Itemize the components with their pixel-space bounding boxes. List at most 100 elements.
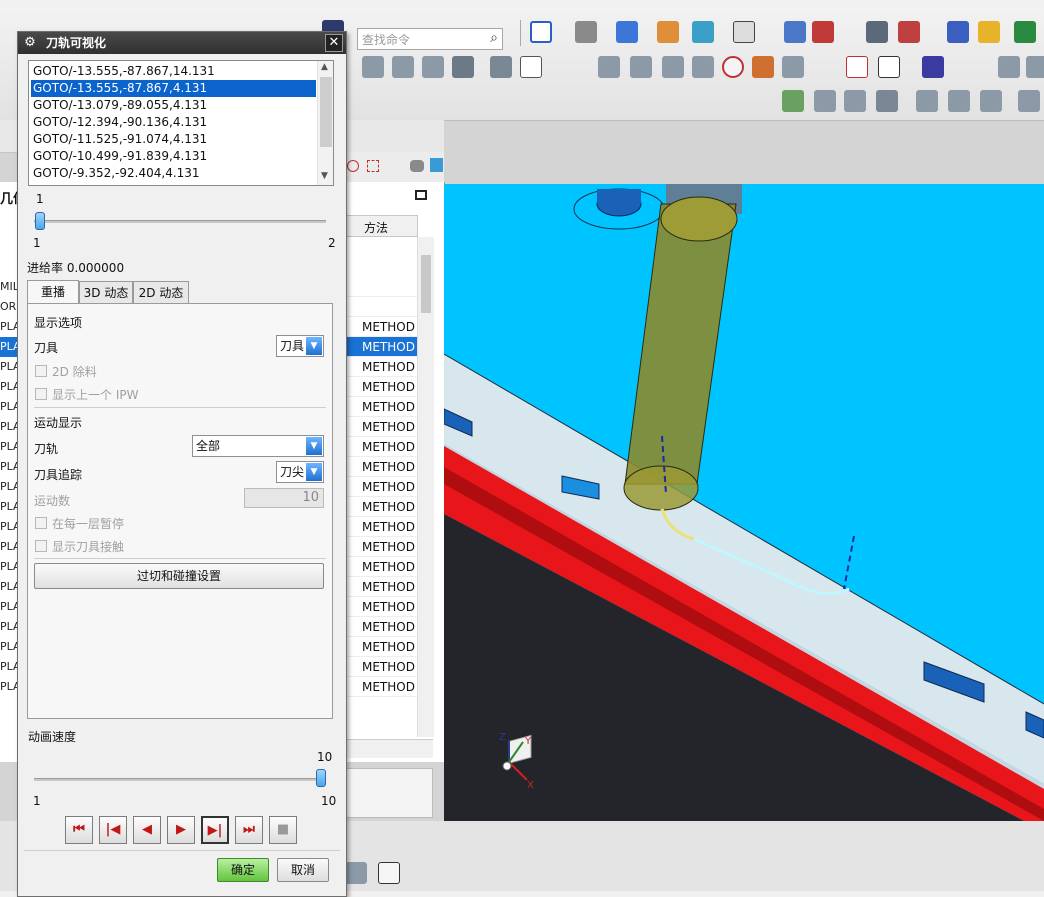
- navigator-row-method[interactable]: METHOD: [345, 457, 417, 477]
- navigator-row-method[interactable]: METHOD: [345, 557, 417, 577]
- dialog-titlebar[interactable]: ⚙ 刀轨可视化 ✕: [18, 32, 346, 54]
- navigator-row-name[interactable]: PLA: [0, 437, 18, 457]
- rewind-to-start-button[interactable]: ⏮: [65, 816, 93, 844]
- curve-icon[interactable]: [752, 56, 774, 78]
- navigator-row-name[interactable]: PLA: [0, 417, 18, 437]
- wcs-icon[interactable]: [898, 21, 920, 43]
- goto-item[interactable]: GOTO/-13.079,-89.055,4.131: [31, 97, 316, 114]
- navigator-row-name[interactable]: PLA: [0, 617, 18, 637]
- cam-tool-icon[interactable]: [392, 56, 414, 78]
- navigator-row-name[interactable]: PLA: [0, 397, 18, 417]
- navigator-row-method[interactable]: METHOD: [345, 477, 417, 497]
- box-select-icon[interactable]: [367, 160, 379, 172]
- cube-icon[interactable]: [430, 158, 443, 172]
- show-tool-contact-checkbox[interactable]: [35, 540, 47, 552]
- navigator-row-method[interactable]: METHOD: [345, 617, 417, 637]
- navigator-row-method[interactable]: METHOD: [345, 517, 417, 537]
- play-reverse-button[interactable]: ◀: [133, 816, 161, 844]
- step-forward-button[interactable]: ▶|: [201, 816, 229, 844]
- cam-more-icon-1[interactable]: [998, 56, 1020, 78]
- navigator-hscroll[interactable]: [345, 739, 433, 758]
- navigator-row-method[interactable]: METHOD: [345, 377, 417, 397]
- navigator-row-method[interactable]: METHOD: [345, 677, 417, 697]
- navigator-row-method[interactable]: METHOD: [345, 577, 417, 597]
- anim-speed-thumb[interactable]: [316, 769, 326, 787]
- remove-2d-checkbox[interactable]: [35, 365, 47, 377]
- navigator-row-method[interactable]: METHOD: [345, 637, 417, 657]
- navigator-row-name[interactable]: PLA: [0, 377, 18, 397]
- goto-item[interactable]: GOTO/-13.555,-87.867,4.131: [31, 80, 316, 97]
- goto-list-scrollbar[interactable]: ▲ ▼: [317, 61, 333, 185]
- play-button[interactable]: ▶: [167, 816, 195, 844]
- workpiece-icon[interactable]: [814, 90, 836, 112]
- navigator-row-method[interactable]: [345, 297, 417, 317]
- chevron-down-icon[interactable]: ▼: [306, 337, 322, 355]
- ipw-icon[interactable]: [844, 90, 866, 112]
- flag-icon[interactable]: [916, 90, 938, 112]
- navigator-row-method[interactable]: METHOD: [345, 417, 417, 437]
- tab-replay[interactable]: 重播: [27, 280, 79, 304]
- navigator-row-name[interactable]: PLA: [0, 537, 18, 557]
- tool-trace-select[interactable]: 刀尖 ▼: [276, 461, 324, 483]
- navigator-row-name[interactable]: PLA: [0, 657, 18, 677]
- column-header-method[interactable]: 方法: [345, 215, 418, 237]
- pause-each-layer-checkbox[interactable]: [35, 517, 47, 529]
- snap-point-icon[interactable]: [347, 160, 359, 172]
- generate-path-icon[interactable]: [598, 56, 620, 78]
- scroll-thumb[interactable]: [421, 255, 431, 313]
- position-slider-track[interactable]: [34, 220, 326, 223]
- section-icon[interactable]: [692, 21, 714, 43]
- navigator-scrollbar[interactable]: [417, 237, 434, 737]
- navigator-row-name[interactable]: PLA: [0, 317, 18, 337]
- navigator-row-name[interactable]: PLA: [0, 597, 18, 617]
- chevron-down-icon[interactable]: ▼: [306, 463, 322, 481]
- ok-button[interactable]: 确定: [217, 858, 269, 882]
- edit-object-icon[interactable]: [947, 21, 969, 43]
- fast-forward-to-end-button[interactable]: ⏭: [235, 816, 263, 844]
- navigator-row-name[interactable]: PLA: [0, 497, 18, 517]
- search-icon[interactable]: ⌕: [490, 30, 498, 46]
- navigator-row-name[interactable]: PLA: [0, 337, 18, 357]
- navigator-row-method[interactable]: METHOD: [345, 337, 417, 357]
- goto-item[interactable]: GOTO/-10.499,-91.839,4.131: [31, 148, 316, 165]
- point-icon[interactable]: [722, 56, 744, 78]
- close-icon[interactable]: ✕: [325, 34, 343, 52]
- navigator-row-method[interactable]: METHOD: [345, 597, 417, 617]
- navigator-row-name[interactable]: PLA: [0, 517, 18, 537]
- replay-path-icon[interactable]: [630, 56, 652, 78]
- navigator-row-name[interactable]: PLA: [0, 477, 18, 497]
- show-prev-ipw-checkbox[interactable]: [35, 388, 47, 400]
- cam-geometry-icon[interactable]: [362, 56, 384, 78]
- scroll-up-icon[interactable]: ▲: [321, 62, 328, 72]
- shop-doc-icon[interactable]: [520, 56, 542, 78]
- navigator-row-method[interactable]: METHOD: [345, 317, 417, 337]
- edge-icon[interactable]: [657, 21, 679, 43]
- navigator-row-method[interactable]: [345, 277, 417, 297]
- shaded-cube-icon[interactable]: [616, 21, 638, 43]
- navigator-row-name[interactable]: PLA: [0, 637, 18, 657]
- nc-output-icon[interactable]: [922, 56, 944, 78]
- anim-speed-track[interactable]: [34, 778, 326, 781]
- navigator-row-method[interactable]: METHOD: [345, 357, 417, 377]
- stop-button[interactable]: ■: [269, 816, 297, 844]
- navigator-row-name[interactable]: ORK: [0, 297, 18, 317]
- step-back-button[interactable]: |◀: [99, 816, 127, 844]
- chevron-down-icon[interactable]: ▼: [306, 437, 322, 455]
- background-icon[interactable]: [733, 21, 755, 43]
- run-icon[interactable]: [1014, 21, 1036, 43]
- palette-icon[interactable]: [978, 21, 1000, 43]
- navigator-row-method[interactable]: METHOD: [345, 537, 417, 557]
- verify-path-icon[interactable]: [662, 56, 684, 78]
- gouge-check-settings-button[interactable]: 过切和碰撞设置: [34, 563, 324, 589]
- comment-icon[interactable]: [948, 90, 970, 112]
- select-filter-icon[interactable]: [812, 21, 834, 43]
- navigator-row-name[interactable]: PLA: [0, 677, 18, 697]
- postprocess-icon[interactable]: [846, 56, 868, 78]
- cam-more-icon-2[interactable]: [1026, 56, 1044, 78]
- gear-icon[interactable]: ⚙: [22, 35, 38, 51]
- graphics-viewport[interactable]: Z Y X: [444, 184, 1044, 821]
- scroll-down-icon[interactable]: ▼: [321, 171, 328, 181]
- render-style-icon[interactable]: [575, 21, 597, 43]
- navigator-row-name[interactable]: PLA: [0, 357, 18, 377]
- scroll-thumb[interactable]: [320, 77, 332, 147]
